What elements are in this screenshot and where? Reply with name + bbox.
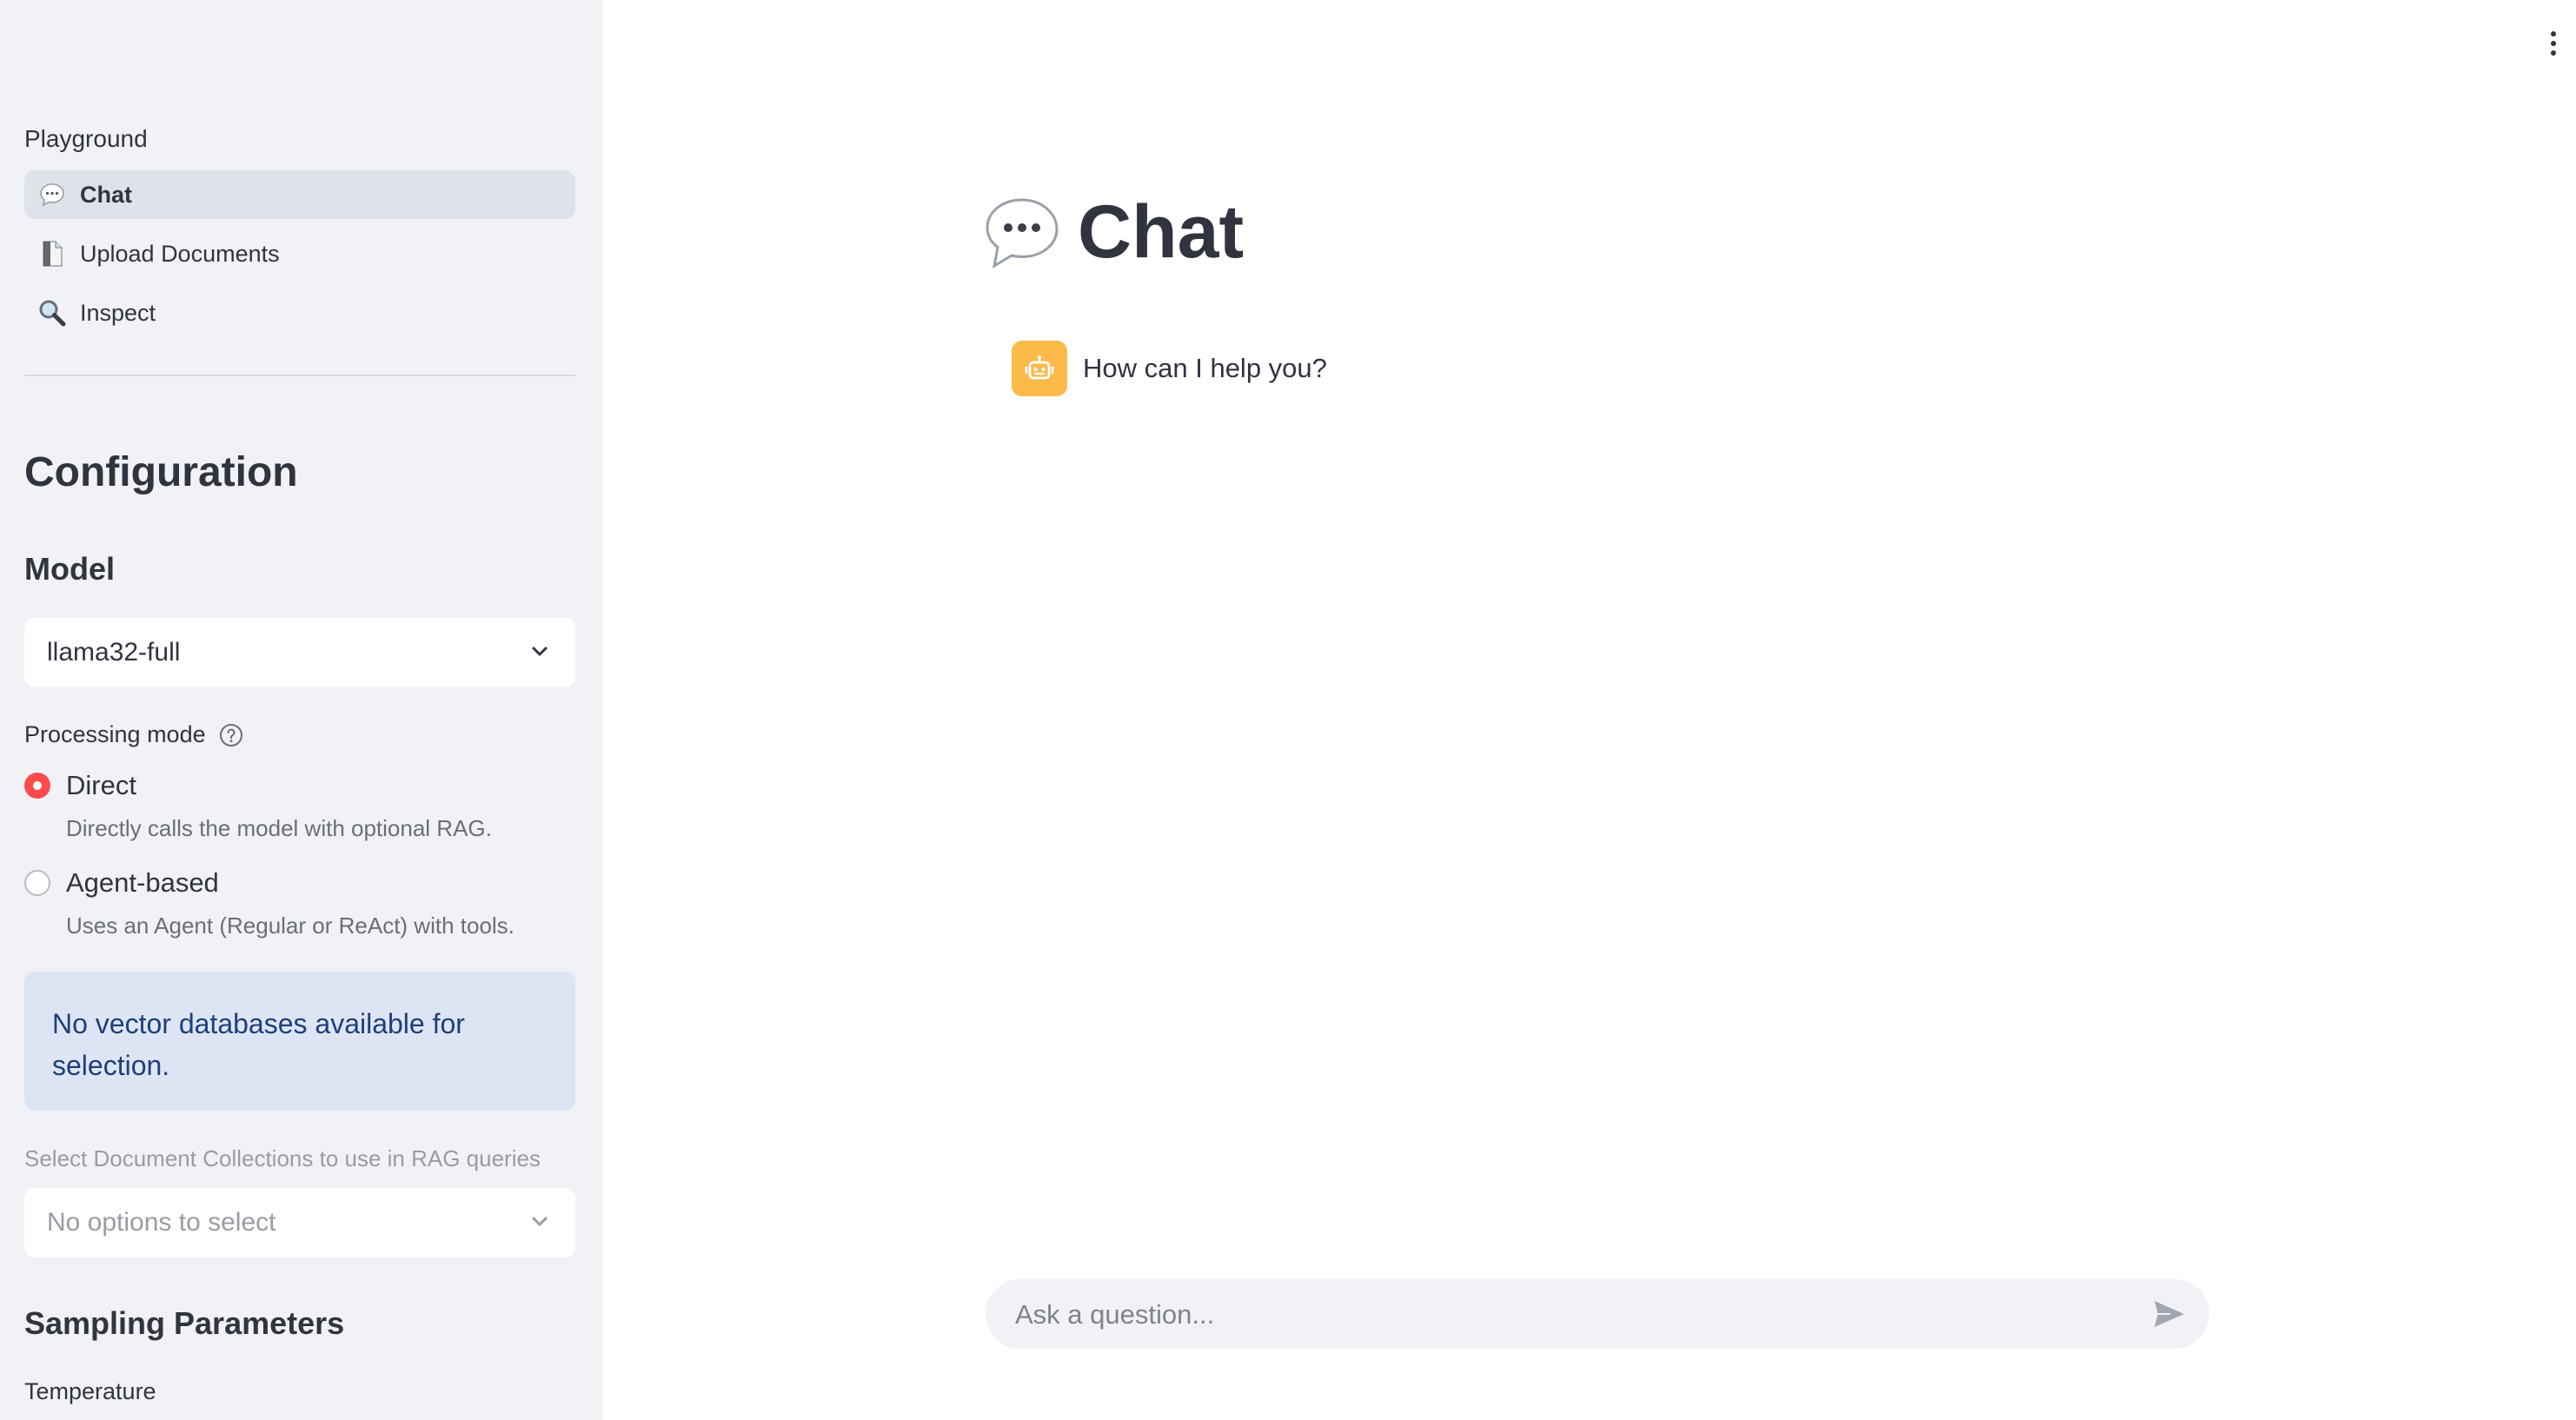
collections-label: Select Document Collections to use in RA… xyxy=(24,1145,541,1171)
radio-button[interactable] xyxy=(24,773,50,799)
page-title: Chat xyxy=(982,189,1244,275)
chat-input-container xyxy=(986,1279,2209,1350)
radio-button[interactable] xyxy=(24,870,50,896)
mode-option-description: Uses an Agent (Regular or ReAct) with to… xyxy=(66,912,515,939)
magnifier-icon xyxy=(37,299,68,327)
mode-option-direct[interactable]: Direct xyxy=(24,770,136,801)
nav-item-chat[interactable]: Chat xyxy=(24,170,575,219)
nav-item-label: Upload Documents xyxy=(80,240,280,267)
mode-option-label: Direct xyxy=(66,770,136,800)
model-select[interactable]: llama32-full xyxy=(24,618,575,687)
nav-divider xyxy=(24,375,575,376)
nav-item-label: Chat xyxy=(80,181,132,208)
nav-item-inspect[interactable]: Inspect xyxy=(24,289,575,337)
sidebar: Playground Chat Upload Documents Inspect… xyxy=(0,0,603,1420)
robot-icon xyxy=(1012,341,1067,396)
main-menu-icon[interactable] xyxy=(2545,30,2562,57)
mode-option-description: Directly calls the model with optional R… xyxy=(66,815,492,841)
nav-heading: Playground xyxy=(24,125,148,152)
speech-bubble-icon xyxy=(982,193,1062,273)
nav-item-upload-documents[interactable]: Upload Documents xyxy=(24,229,575,278)
chevron-down-icon xyxy=(527,1209,553,1242)
info-alert: No vector databases available for select… xyxy=(24,972,575,1111)
collections-select-placeholder: No options to select xyxy=(47,1208,276,1237)
sampling-parameters-heading: Sampling Parameters xyxy=(24,1305,345,1341)
processing-mode-label: Processing mode xyxy=(24,721,244,748)
temperature-label: Temperature xyxy=(24,1378,156,1404)
speech-bubble-icon xyxy=(37,182,68,208)
chat-message-text: How can I help you? xyxy=(1083,353,1327,383)
document-icon xyxy=(37,240,68,268)
chat-message: How can I help you? xyxy=(1012,341,1327,396)
chevron-down-icon xyxy=(527,639,553,672)
processing-mode-label-text: Processing mode xyxy=(24,721,206,747)
temperature-slider-value xyxy=(24,1415,103,1420)
model-label: Model xyxy=(24,551,115,587)
collections-select[interactable]: No options to select xyxy=(24,1188,575,1257)
nav-item-label: Inspect xyxy=(80,299,156,326)
model-select-value: llama32-full xyxy=(47,638,181,667)
mode-option-label: Agent-based xyxy=(66,867,219,898)
mode-option-agent-based[interactable]: Agent-based xyxy=(24,867,219,899)
configuration-heading: Configuration xyxy=(24,449,298,495)
page-title-text: Chat xyxy=(1078,190,1245,274)
chat-input[interactable] xyxy=(1013,1279,2129,1350)
send-icon[interactable] xyxy=(2152,1298,2187,1330)
help-icon[interactable] xyxy=(218,722,244,748)
